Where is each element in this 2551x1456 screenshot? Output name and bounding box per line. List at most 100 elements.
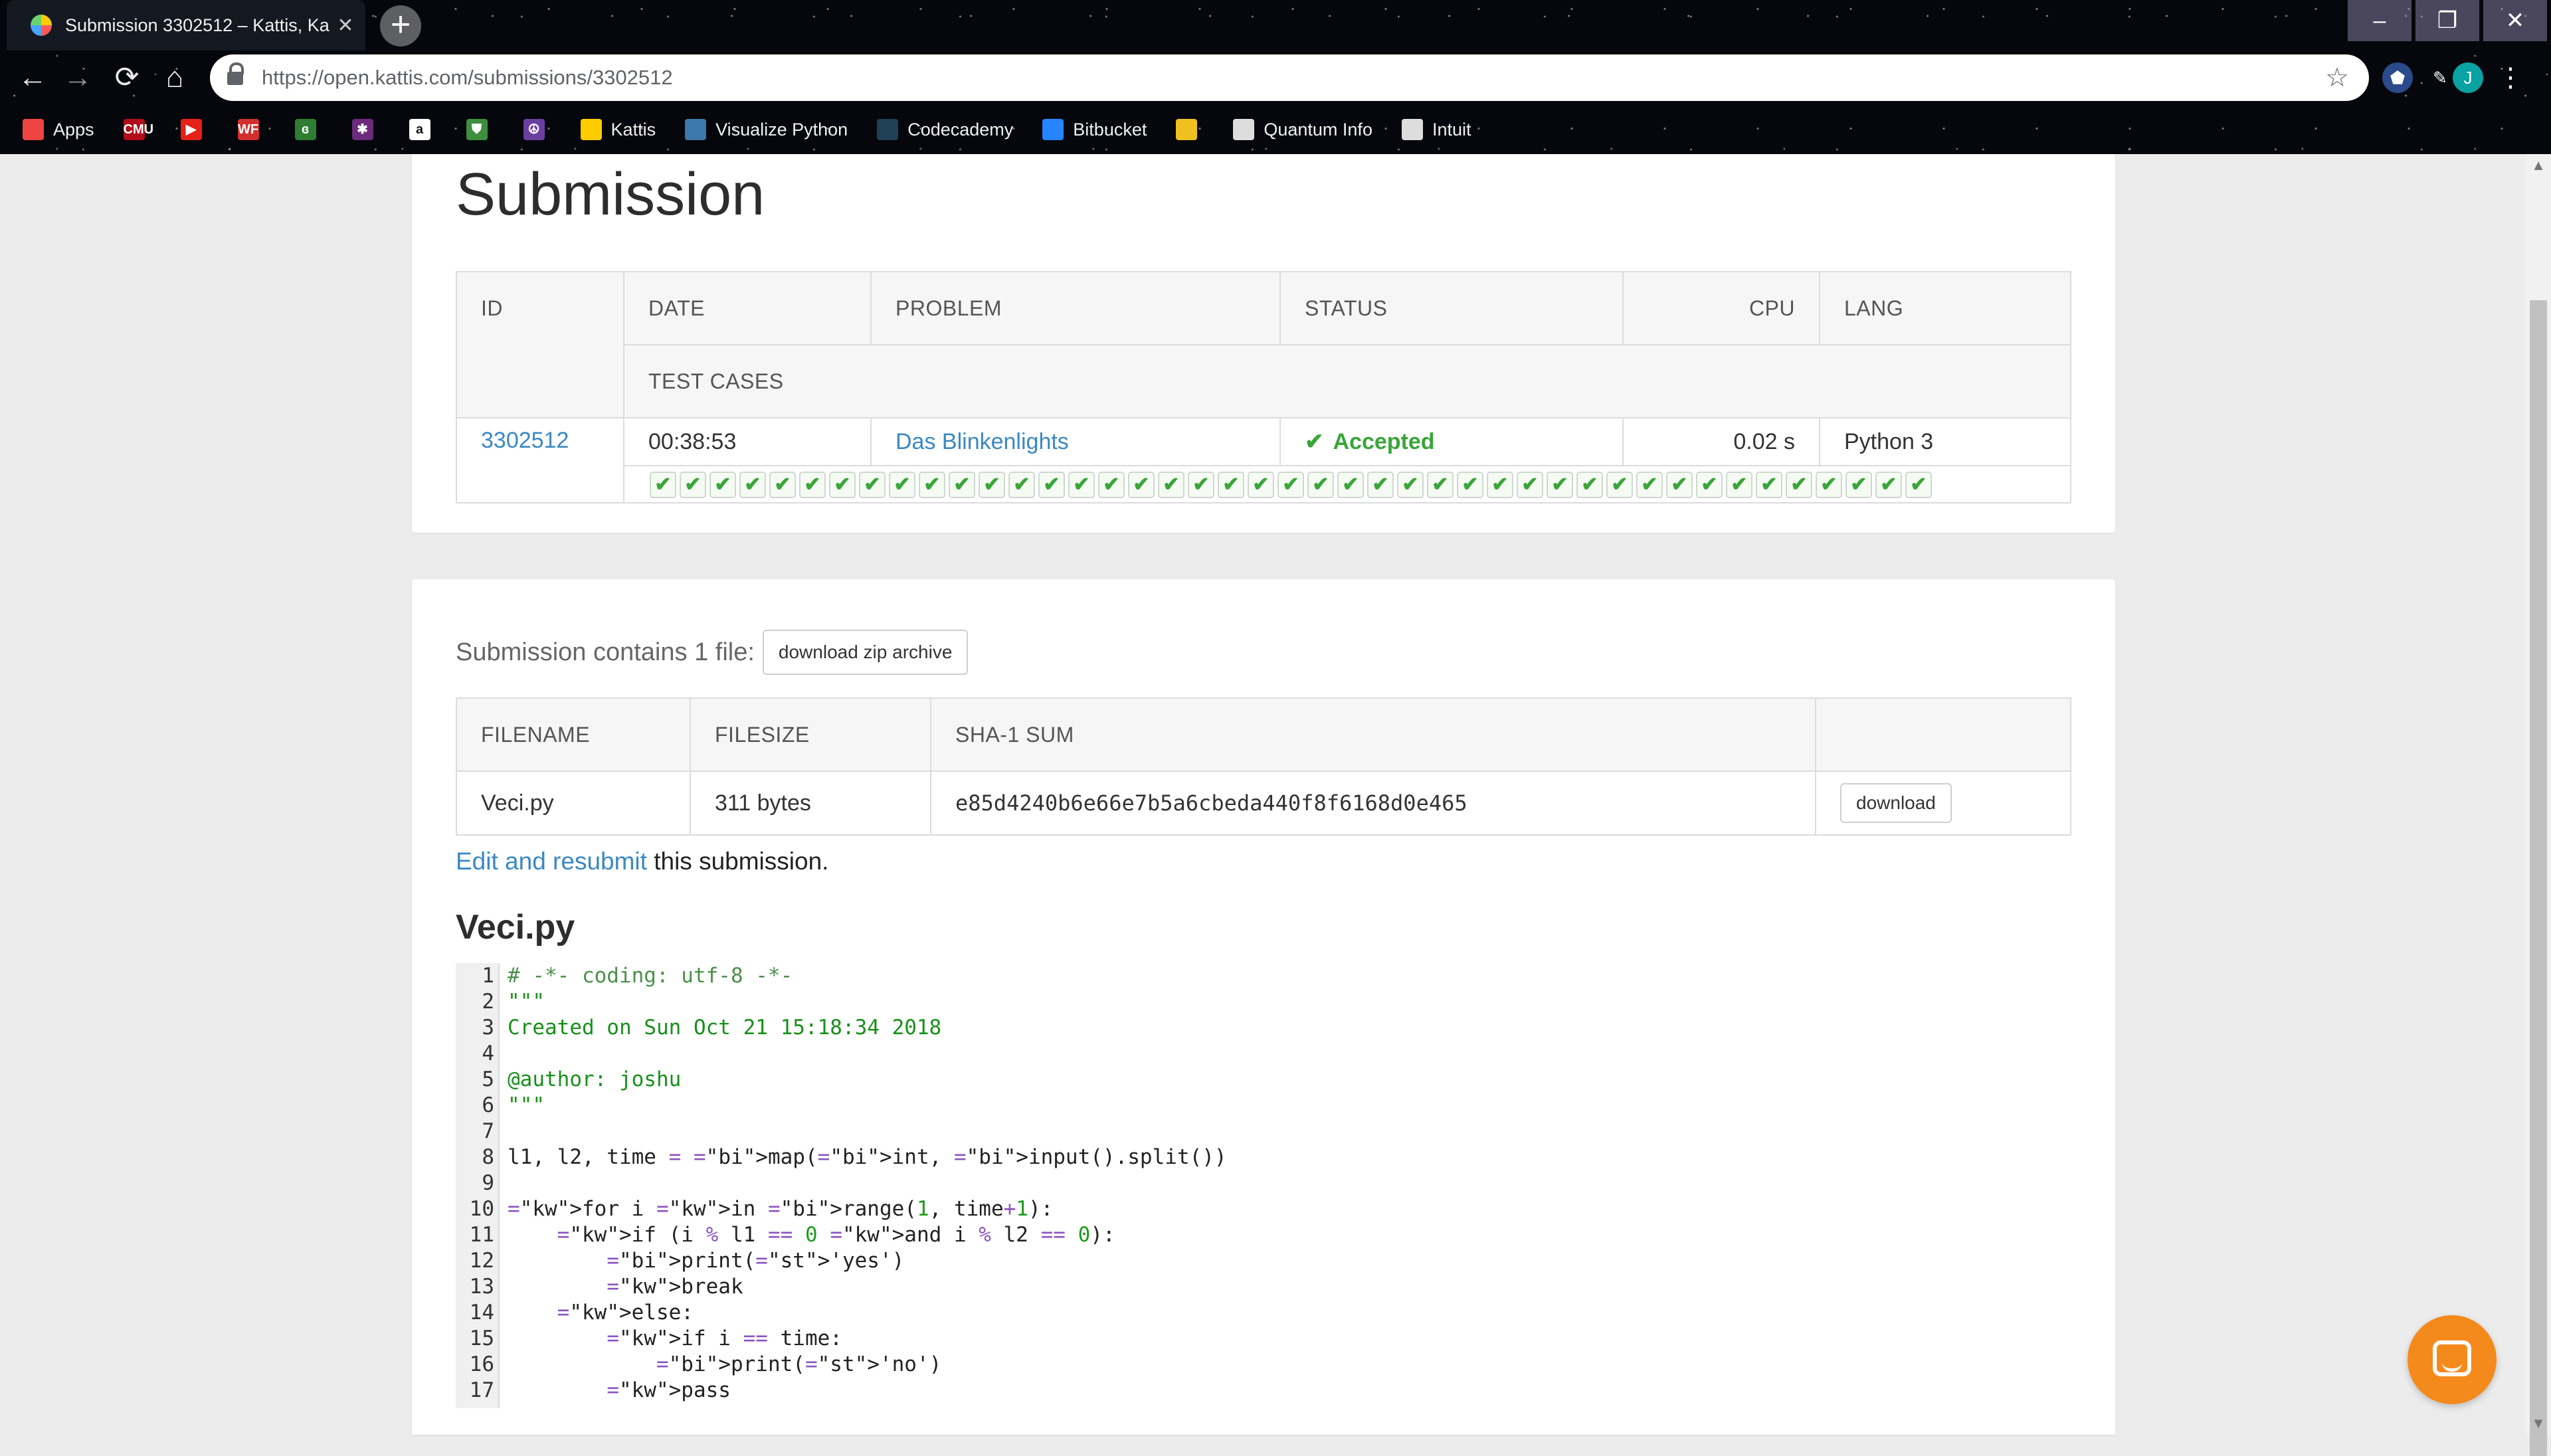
scrollbar-thumb[interactable] xyxy=(2530,300,2547,1456)
bitbucket-icon xyxy=(1042,119,1064,140)
resubmit-rest: this submission. xyxy=(646,848,829,875)
test-case-check-icon: ✔ xyxy=(1905,471,1932,498)
bookmark-shield[interactable]: ⛊ xyxy=(466,119,497,140)
submission-id[interactable]: 3302512 xyxy=(481,428,569,453)
test-case-check-icon: ✔ xyxy=(1457,471,1483,498)
bookmark-label: Codecademy xyxy=(907,119,1014,139)
code-line: 7 xyxy=(456,1119,508,1144)
extension-icon[interactable]: ⬟ xyxy=(2382,62,2413,93)
contains-text: Submission contains 1 file: xyxy=(456,638,755,666)
new-tab-button[interactable]: + xyxy=(380,5,421,46)
bookmark-amazon[interactable]: a xyxy=(409,119,440,140)
download-button[interactable]: download xyxy=(1840,783,1952,823)
scroll-up-icon[interactable]: ▲ xyxy=(2526,157,2551,174)
home-icon[interactable]: ⌂ xyxy=(154,57,195,98)
test-case-check-icon: ✔ xyxy=(680,471,706,498)
window-close-button[interactable]: ✕ xyxy=(2483,0,2547,41)
lock-icon xyxy=(227,62,244,86)
line-number: 7 xyxy=(482,1119,494,1143)
bookmark-kattis[interactable]: Kattis xyxy=(580,119,656,140)
accepted-check-icon: ✔ xyxy=(1305,429,1324,454)
bookmark-youtube[interactable]: ▶ xyxy=(180,119,211,140)
test-case-check-icon: ✔ xyxy=(1038,471,1065,498)
edit-resubmit-link[interactable]: Edit and resubmit xyxy=(456,848,647,875)
bookmarks-bar: Apps CMU ▶ WF ɞ ✱ a ⛊ ☮ Kattis Visualize Python Cod… xyxy=(0,105,2551,154)
test-case-check-icon: ✔ xyxy=(859,471,886,498)
file-size: 311 bytes xyxy=(690,771,931,836)
browser-chrome: Submission 3302512 – Kattis, Ka ✕ + – ❐ … xyxy=(0,0,2551,154)
code-line: 1 # -*- coding: utf-8 -*- xyxy=(456,963,793,989)
test-case-check-icon: ✔ xyxy=(1636,471,1663,498)
chat-launcher-button[interactable] xyxy=(2408,1315,2497,1404)
bookmark-wf[interactable]: WF xyxy=(237,119,268,140)
test-case-check-icon: ✔ xyxy=(829,471,856,498)
bookmark-slack[interactable]: ✱ xyxy=(351,119,383,140)
download-zip-button[interactable]: download zip archive xyxy=(762,630,969,675)
bookmark-apps[interactable]: Apps xyxy=(23,119,94,140)
code-line: 10 ="kw">for i ="kw">in ="bi">range(1, ti… xyxy=(456,1196,1054,1222)
tokens-icon xyxy=(1176,119,1198,140)
maximize-button[interactable]: ❐ xyxy=(2415,0,2479,41)
header-action xyxy=(1815,697,2071,772)
tab-close-icon[interactable]: ✕ xyxy=(332,14,359,37)
line-number: 4 xyxy=(482,1042,494,1065)
resubmit-line: Edit and resubmit this submission. xyxy=(456,848,828,875)
bookmark-star-icon[interactable]: ☆ xyxy=(2325,62,2349,93)
scroll-down-icon[interactable]: ▼ xyxy=(2526,1415,2551,1432)
language: Python 3 xyxy=(1819,417,2071,466)
kattis-favicon-icon xyxy=(31,15,52,36)
code-line: 6 """ xyxy=(456,1093,545,1119)
line-number: 8 xyxy=(482,1145,494,1169)
code-line: 14 ="kw">else: xyxy=(456,1300,694,1326)
line-number: 6 xyxy=(482,1093,494,1117)
python-icon xyxy=(685,119,707,140)
apps-grid-icon xyxy=(23,119,44,140)
problem-link[interactable]: Das Blinkenlights xyxy=(896,429,1069,454)
address-bar[interactable]: https://open.kattis.com/submissions/3302… xyxy=(210,54,2369,101)
code-text: ="kw">if i == time: xyxy=(607,1326,842,1350)
bookmark-peace[interactable]: ☮ xyxy=(523,119,554,140)
reload-icon[interactable]: ⟳ xyxy=(106,57,147,98)
code-line: 5 @author: joshu xyxy=(456,1067,681,1093)
amazon-icon: a xyxy=(409,119,430,140)
test-case-check-icon: ✔ xyxy=(1576,471,1603,498)
line-number: 12 xyxy=(469,1249,494,1273)
bookmark-label: Kattis xyxy=(611,119,656,139)
menu-dots-icon[interactable]: ⋮ xyxy=(2495,62,2526,93)
address-url[interactable]: https://open.kattis.com/submissions/3302… xyxy=(262,66,2325,90)
tab-title: Submission 3302512 – Kattis, Ka xyxy=(65,15,330,35)
bookmark-label: Apps xyxy=(53,119,94,139)
code-line: 3 Created on Sun Oct 21 15:18:34 2018 xyxy=(456,1015,941,1041)
forward-arrow-icon[interactable]: → xyxy=(57,57,98,98)
line-number: 1 xyxy=(482,964,494,988)
test-case-check-icon: ✔ xyxy=(1756,471,1782,498)
header-status: STATUS xyxy=(1279,271,1624,345)
bookmark-intuit[interactable]: Intuit xyxy=(1401,119,1471,140)
file-heading: Veci.py xyxy=(456,908,575,947)
bookmark-quantum-info[interactable]: Quantum Info xyxy=(1233,119,1372,140)
test-case-check-icon: ✔ xyxy=(1786,471,1812,498)
bookmark-visualize-python[interactable]: Visualize Python xyxy=(685,119,848,140)
test-case-check-icon: ✔ xyxy=(1367,471,1394,498)
test-case-check-icon: ✔ xyxy=(1606,471,1633,498)
scrollbar[interactable]: ▲ ▼ xyxy=(2526,154,2551,1456)
code-text: ="kw">for i ="kw">in ="bi">range(1, time… xyxy=(508,1197,1054,1221)
minimize-button[interactable]: – xyxy=(2348,0,2411,41)
extension-pen-icon[interactable]: ✎ xyxy=(2425,62,2455,93)
test-case-check-icon: ✔ xyxy=(1098,471,1125,498)
bookmark-tokens[interactable] xyxy=(1176,119,1206,140)
test-case-check-icon: ✔ xyxy=(739,471,766,498)
header-filename: FILENAME xyxy=(456,697,691,772)
back-arrow-icon[interactable]: ← xyxy=(12,57,53,98)
submission-id-link[interactable]: 3302512 xyxy=(456,417,624,503)
browser-tab[interactable]: Submission 3302512 – Kattis, Ka ✕ xyxy=(7,0,365,50)
test-case-check-icon: ✔ xyxy=(1277,471,1304,498)
profile-avatar[interactable]: J xyxy=(2453,62,2483,93)
code-line: 16 ="bi">print(="st">'no') xyxy=(456,1352,942,1378)
bookmark-codecademy[interactable]: Codecademy xyxy=(877,119,1013,140)
header-id: ID xyxy=(456,271,624,418)
bookmark-cmu[interactable]: CMU xyxy=(123,119,154,140)
cpu-time: 0.02 s xyxy=(1622,417,1820,466)
bookmark-green-leaf[interactable]: ɞ xyxy=(294,119,326,140)
bookmark-bitbucket[interactable]: Bitbucket xyxy=(1042,119,1147,140)
